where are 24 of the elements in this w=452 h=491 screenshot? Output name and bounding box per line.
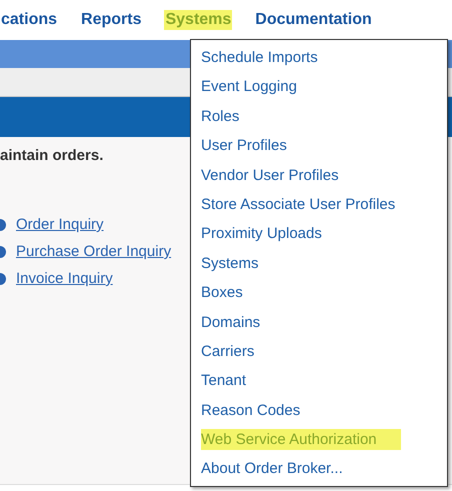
menu-item[interactable]: Store Associate User Profiles — [191, 190, 447, 220]
inquiry-link[interactable]: Order Inquiry — [16, 216, 104, 233]
bullet-icon — [0, 272, 6, 284]
bullet-icon — [0, 246, 6, 258]
menu-item[interactable]: Domains — [191, 308, 447, 337]
nav-link[interactable]: Documentation — [254, 10, 373, 30]
inquiry-link[interactable]: Invoice Inquiry — [16, 270, 113, 287]
menu-item[interactable]: Systems — [191, 248, 447, 278]
menu-item[interactable]: Proximity Uploads — [191, 219, 447, 249]
menu-item[interactable]: Roles — [191, 102, 447, 132]
menu-item[interactable]: Tenant — [191, 366, 447, 396]
menu-item[interactable]: Carriers — [191, 336, 447, 366]
menu-item[interactable]: Reason Codes — [191, 396, 447, 426]
intro-text: aintain orders. — [0, 147, 104, 164]
menu-item[interactable]: User Profiles — [191, 131, 447, 161]
menu-item[interactable]: Event Logging — [191, 72, 447, 102]
nav-link[interactable]: cations — [0, 10, 58, 30]
menu-item[interactable]: About Order Broker... — [191, 454, 447, 484]
menu-item[interactable]: Vendor User Profiles — [191, 160, 447, 190]
menu-item[interactable]: Boxes — [191, 278, 447, 308]
nav-link[interactable]: Reports — [80, 10, 142, 30]
bullet-icon — [0, 218, 6, 230]
inquiry-link[interactable]: Purchase Order Inquiry — [16, 243, 172, 260]
menu-item[interactable]: Schedule Imports — [191, 43, 447, 72]
